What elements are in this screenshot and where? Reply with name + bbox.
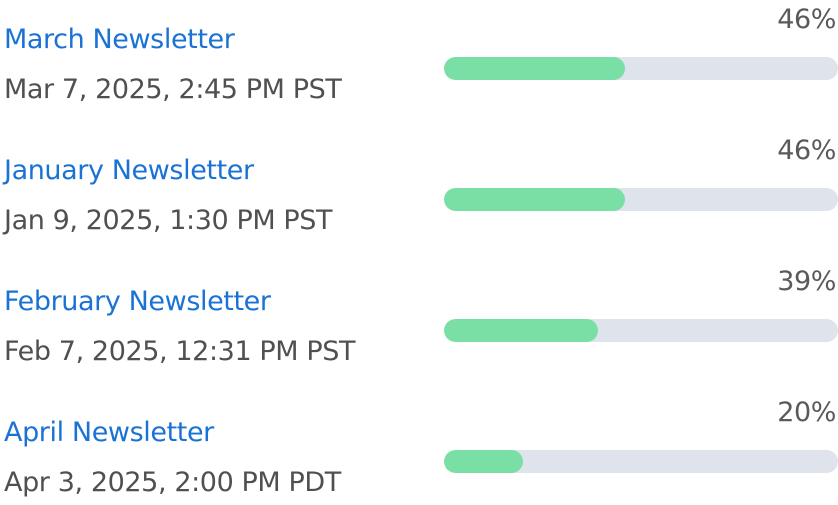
progress-track [444, 450, 838, 473]
progress-fill [444, 450, 523, 473]
send-date: Feb 7, 2025, 12:31 PM PST [4, 336, 356, 367]
percent-label: 20% [777, 397, 836, 428]
newsletter-title-link[interactable]: March Newsletter [4, 20, 235, 60]
progress-track [444, 319, 838, 342]
progress-fill [444, 57, 626, 80]
percent-label: 46% [777, 4, 836, 35]
send-date: Apr 3, 2025, 2:00 PM PDT [4, 467, 341, 498]
newsletter-title-link[interactable]: April Newsletter [4, 413, 214, 453]
list-item: March Newsletter Mar 7, 2025, 2:45 PM PS… [0, 0, 838, 110]
percent-label: 39% [777, 266, 836, 297]
send-date: Jan 9, 2025, 1:30 PM PST [4, 205, 333, 236]
percent-label: 46% [777, 135, 836, 166]
progress-fill [444, 319, 598, 342]
progress-fill [444, 188, 626, 211]
newsletter-title-link[interactable]: January Newsletter [4, 151, 254, 191]
newsletter-title-link[interactable]: February Newsletter [4, 282, 271, 322]
list-item: April Newsletter Apr 3, 2025, 2:00 PM PD… [0, 393, 838, 503]
list-item: January Newsletter Jan 9, 2025, 1:30 PM … [0, 131, 838, 241]
send-date: Mar 7, 2025, 2:45 PM PST [4, 74, 342, 105]
progress-track [444, 188, 838, 211]
progress-track [444, 57, 838, 80]
list-item: February Newsletter Feb 7, 2025, 12:31 P… [0, 262, 838, 372]
newsletter-list: March Newsletter Mar 7, 2025, 2:45 PM PS… [0, 0, 838, 505]
